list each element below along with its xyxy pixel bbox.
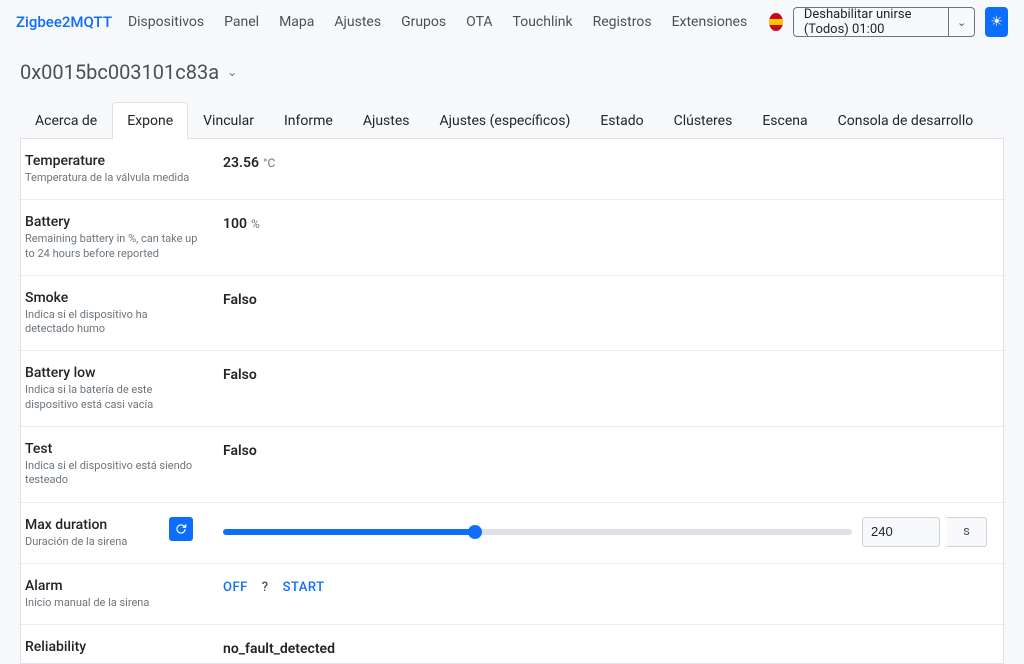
nav-registros[interactable]: Registros xyxy=(585,8,660,36)
tab-acerca-de[interactable]: Acerca de xyxy=(20,102,112,139)
battery-description: Remaining battery in %, can take up to 2… xyxy=(25,232,199,261)
smoke-value: Falso xyxy=(223,292,257,308)
max-duration-input[interactable] xyxy=(862,517,940,547)
max-duration-description: Duración de la sirena xyxy=(25,535,169,549)
expose-card: Temperature Temperatura de la válvula me… xyxy=(20,139,1004,664)
nav-touchlink[interactable]: Touchlink xyxy=(505,8,581,36)
slider-thumb[interactable] xyxy=(468,525,482,539)
tab-vincular[interactable]: Vincular xyxy=(188,102,269,139)
tab-informe[interactable]: Informe xyxy=(269,102,348,139)
row-battery-low: Battery low Indica si la batería de este… xyxy=(21,351,1003,427)
temperature-unit: °C xyxy=(263,156,275,170)
row-battery: Battery Remaining battery in %, can take… xyxy=(21,200,1003,276)
tab-expone[interactable]: Expone xyxy=(112,102,188,139)
max-duration-slider[interactable] xyxy=(223,529,852,535)
tab-escena[interactable]: Escena xyxy=(747,102,822,139)
nav-grupos[interactable]: Grupos xyxy=(393,8,454,36)
temperature-value: 23.56 xyxy=(223,155,259,171)
row-reliability: Reliability no_fault_detected xyxy=(21,625,1003,663)
chevron-down-icon[interactable]: ⌄ xyxy=(948,8,974,36)
tab-ajustes-especificos[interactable]: Ajustes (específicos) xyxy=(425,102,586,139)
row-alarm: Alarm Inicio manual de la sirena OFF ? S… xyxy=(21,564,1003,625)
smoke-description: Indica si el dispositivo ha detectado hu… xyxy=(25,308,199,337)
tab-ajustes[interactable]: Ajustes xyxy=(348,102,425,139)
slider-fill xyxy=(223,529,475,535)
alarm-label: Alarm xyxy=(25,578,199,594)
refresh-icon xyxy=(174,522,188,536)
brand-link[interactable]: Zigbee2MQTT xyxy=(16,13,116,31)
device-tabs: Acerca de Expone Vincular Informe Ajuste… xyxy=(20,102,1004,139)
nav-mapa[interactable]: Mapa xyxy=(271,8,322,36)
battery-low-description: Indica si la batería de este dispositivo… xyxy=(25,383,199,412)
nav-ota[interactable]: OTA xyxy=(458,8,500,36)
nav-dispositivos[interactable]: Dispositivos xyxy=(120,8,212,36)
temperature-description: Temperatura de la válvula medida xyxy=(25,171,199,185)
row-temperature: Temperature Temperatura de la válvula me… xyxy=(21,139,1003,200)
max-duration-label: Max duration xyxy=(25,517,169,533)
tab-clusteres[interactable]: Clústeres xyxy=(659,102,748,139)
sun-icon: ☀ xyxy=(990,14,1003,30)
row-max-duration: Max duration Duración de la sirena s xyxy=(21,503,1003,564)
alarm-unknown-button[interactable]: ? xyxy=(262,580,269,595)
nav-extensiones[interactable]: Extensiones xyxy=(664,8,756,36)
alarm-description: Inicio manual de la sirena xyxy=(25,596,199,610)
alarm-off-button[interactable]: OFF xyxy=(223,580,248,595)
temperature-label: Temperature xyxy=(25,153,199,169)
reliability-value: no_fault_detected xyxy=(223,641,335,657)
permit-join-label: Deshabilitar unirse (Todos) 01:00 xyxy=(794,8,948,36)
max-duration-unit: s xyxy=(947,517,987,547)
device-title[interactable]: 0x0015bc003101c83a ⌄ xyxy=(20,60,1004,84)
device-id: 0x0015bc003101c83a xyxy=(20,60,219,84)
chevron-down-icon: ⌄ xyxy=(227,65,237,79)
battery-value: 100 xyxy=(223,216,247,232)
smoke-label: Smoke xyxy=(25,290,199,306)
navbar: Zigbee2MQTT Dispositivos Panel Mapa Ajus… xyxy=(0,0,1024,44)
battery-unit: % xyxy=(251,217,260,231)
test-description: Indica si el dispositivo está siendo tes… xyxy=(25,459,199,488)
nav-panel[interactable]: Panel xyxy=(216,8,267,36)
theme-toggle-button[interactable]: ☀ xyxy=(985,7,1008,37)
language-flag-icon[interactable] xyxy=(769,13,783,31)
row-test: Test Indica si el dispositivo está siend… xyxy=(21,427,1003,503)
tab-consola-desarrollo[interactable]: Consola de desarrollo xyxy=(823,102,989,139)
tab-estado[interactable]: Estado xyxy=(585,102,658,139)
alarm-start-button[interactable]: START xyxy=(283,580,325,595)
permit-join-dropdown[interactable]: Deshabilitar unirse (Todos) 01:00 ⌄ xyxy=(793,7,975,37)
nav-ajustes[interactable]: Ajustes xyxy=(326,8,389,36)
reliability-label: Reliability xyxy=(25,639,199,655)
row-smoke: Smoke Indica si el dispositivo ha detect… xyxy=(21,276,1003,352)
battery-label: Battery xyxy=(25,214,199,230)
test-value: Falso xyxy=(223,443,257,459)
battery-low-label: Battery low xyxy=(25,365,199,381)
max-duration-refresh-button[interactable] xyxy=(169,517,193,541)
test-label: Test xyxy=(25,441,199,457)
battery-low-value: Falso xyxy=(223,367,257,383)
